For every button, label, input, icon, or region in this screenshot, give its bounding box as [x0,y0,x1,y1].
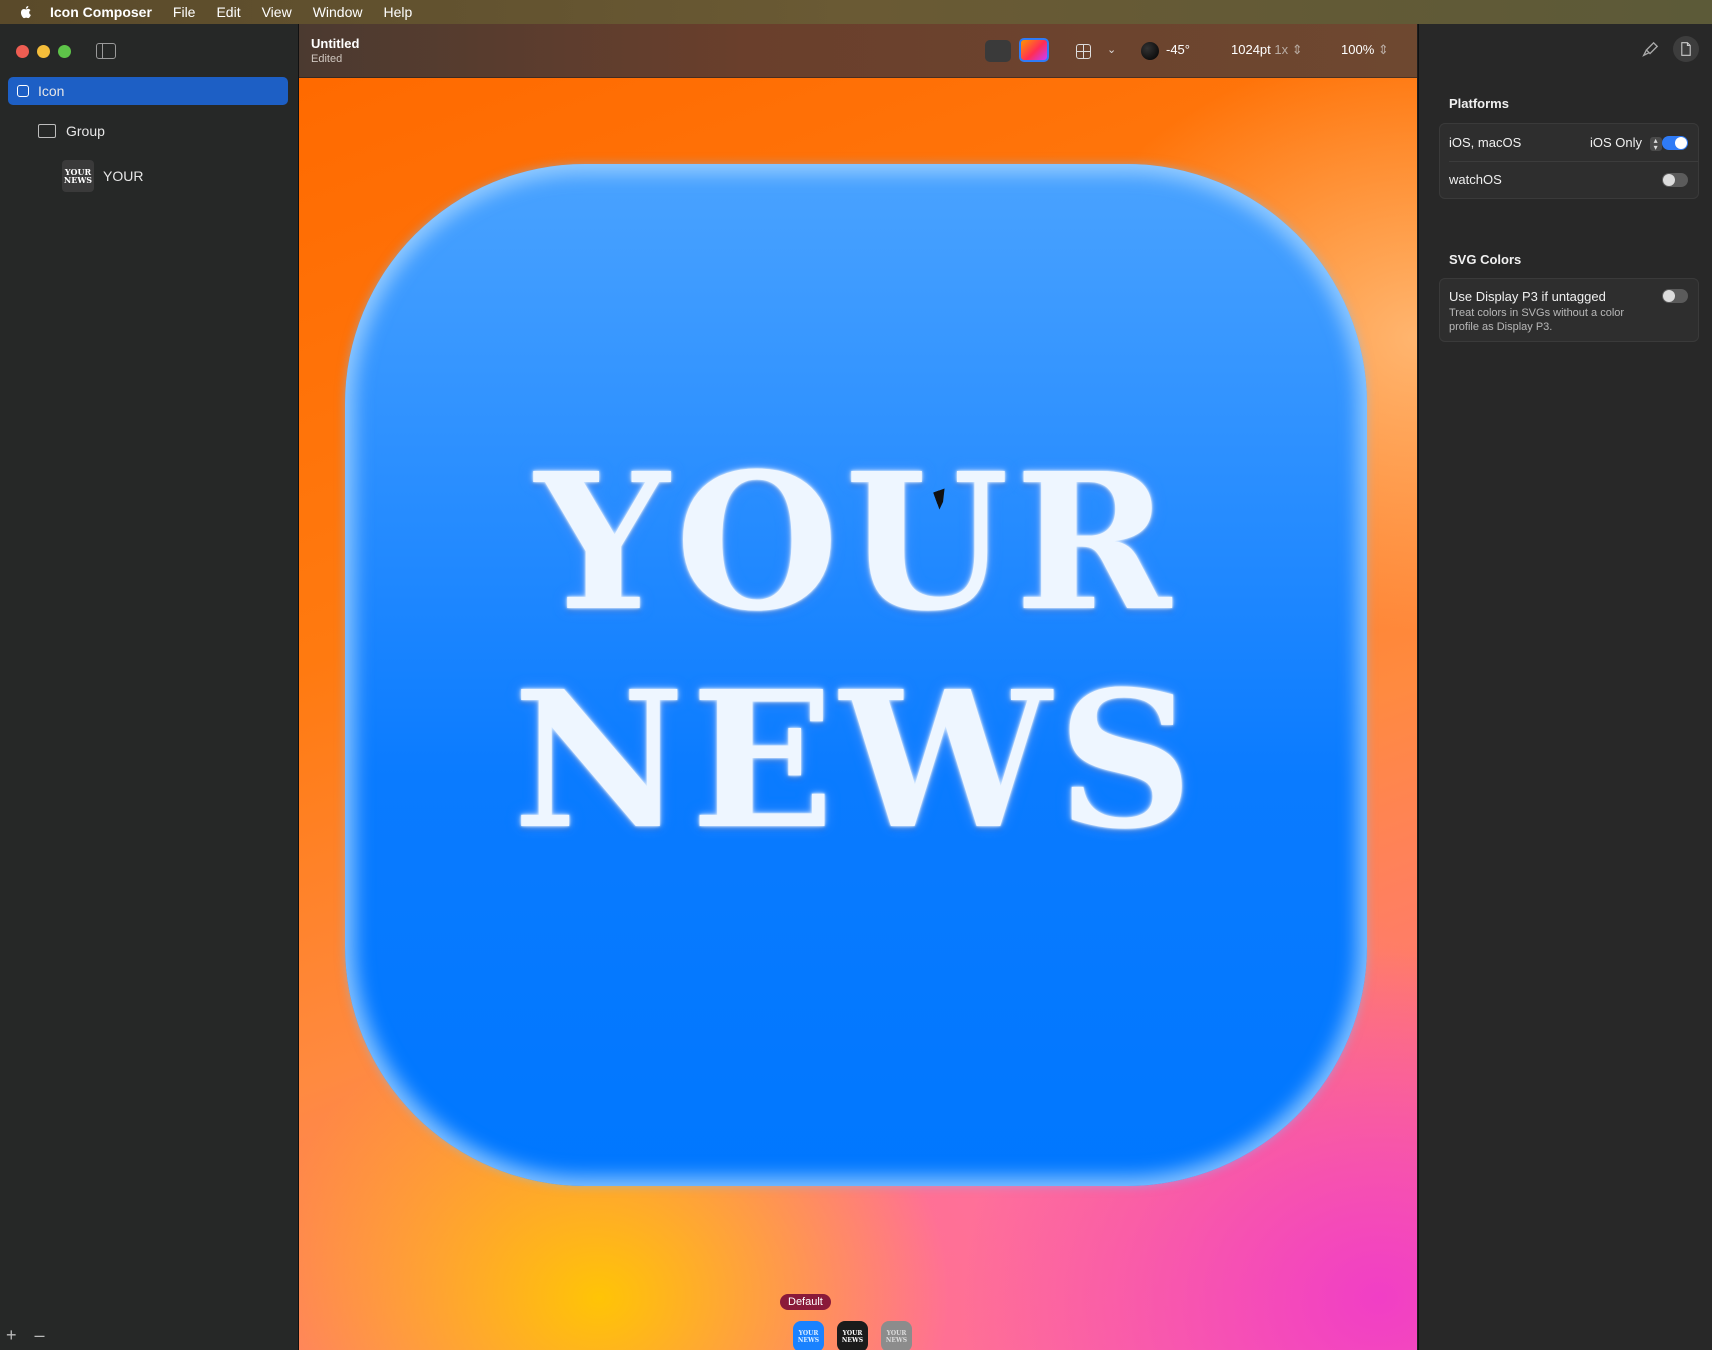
icon-square-icon [17,85,29,97]
variant-dark-button[interactable]: YOUR NEWS [837,1321,868,1350]
icon-text-line1: YOUR [534,432,1178,653]
zoom-popup[interactable]: 100% ⇕ [1341,42,1389,58]
display-p3-label: Use Display P3 if untagged [1449,289,1606,304]
document-inspector-button[interactable] [1673,36,1699,62]
light-angle-icon[interactable] [1141,42,1159,60]
watchos-toggle[interactable] [1662,173,1688,187]
variant-text: NEWS [797,1336,820,1344]
window-controls [16,45,71,58]
zoom-window-button[interactable] [58,45,71,58]
variant-text: NEWS [885,1336,908,1344]
solid-background-swatch[interactable] [985,40,1011,62]
sidebar-bottom-bar: + – [6,1325,45,1346]
menu-window[interactable]: Window [313,4,363,20]
ios-macos-label: iOS, macOS [1449,135,1522,150]
menu-edit[interactable]: Edit [216,4,240,20]
layer-sidebar: Icon Group YOUR NEWS YOUR + – [0,24,299,1350]
document-title: Untitled [311,36,360,51]
zoom-value: 100% [1341,42,1375,57]
svg-colors-card: Use Display P3 if untagged Treat colors … [1439,278,1699,342]
updown-chevron-icon: ▴ ▾ [1649,136,1662,151]
platforms-heading: Platforms [1449,96,1509,111]
toolbar: Untitled Edited ⌄ -45° 1024pt 1x ⇕ 100% … [299,24,1417,78]
svg-colors-heading: SVG Colors [1449,252,1522,267]
gradient-background-swatch[interactable] [1019,38,1049,62]
ios-mode-popup[interactable]: iOS Only ▴ ▾ [1590,135,1662,151]
minimize-window-button[interactable] [37,45,50,58]
display-p3-row: Use Display P3 if untagged Treat colors … [1449,289,1689,334]
add-layer-button[interactable]: + [6,1325,17,1346]
thumb-text-line2: NEWS [63,175,93,185]
layer-thumbnail: YOUR NEWS [62,160,94,192]
editor-area: Untitled Edited ⌄ -45° 1024pt 1x ⇕ 100% … [299,24,1417,1350]
updown-chevron-icon: ⇕ [1291,42,1303,57]
icon-text-line2: NEWS [512,650,1200,871]
updown-chevron-icon: ⇕ [1377,42,1389,57]
paintbrush-icon[interactable] [1641,40,1659,60]
remove-layer-button[interactable]: – [35,1325,45,1346]
ios-macos-toggle[interactable] [1662,136,1688,150]
folder-icon [38,124,56,138]
variant-text: YOUR [886,1329,907,1337]
variant-default-button[interactable]: YOUR NEWS [793,1321,824,1350]
document-status: Edited [311,53,343,65]
icon-canvas[interactable]: YOUR NEWS Default YOUR NEWS YOUR NEWS YO… [299,78,1417,1350]
platforms-card: iOS, macOS iOS Only ▴ ▾ watchOS [1439,123,1699,199]
appearance-badge: Default [780,1294,831,1310]
variant-text: YOUR [842,1329,863,1337]
tree-item-icon-label: Icon [38,83,65,99]
tree-item-layer-label: YOUR [103,168,144,184]
menu-view[interactable]: View [262,4,292,20]
divider [1449,161,1698,162]
document-icon [1681,42,1691,56]
apple-icon[interactable] [18,4,34,20]
canvas-scale-value: 1x [1274,42,1289,57]
tree-item-group[interactable]: Group [38,123,105,139]
light-angle-value[interactable]: -45° [1166,42,1190,57]
display-p3-description: Treat colors in SVGs without a color pro… [1449,307,1625,333]
display-p3-toggle[interactable] [1662,289,1688,303]
close-window-button[interactable] [16,45,29,58]
grid-overlay-icon[interactable] [1076,44,1091,59]
variant-text: YOUR [798,1329,819,1337]
menu-file[interactable]: File [173,4,196,20]
variant-text: NEWS [841,1336,864,1344]
watchos-label: watchOS [1449,172,1502,187]
variant-tinted-button[interactable]: YOUR NEWS [881,1321,912,1350]
inspector-panel: Platforms iOS, macOS iOS Only ▴ ▾ watchOS… [1418,24,1712,1350]
ios-macos-row: iOS, macOS iOS Only ▴ ▾ [1449,135,1689,151]
tree-item-layer[interactable]: YOUR NEWS YOUR [62,160,143,192]
app-icon-preview[interactable]: YOUR NEWS [345,164,1367,1186]
canvas-size-value: 1024pt [1231,42,1271,57]
menu-bar: Icon Composer File Edit View Window Help [0,0,1712,24]
tree-item-icon[interactable]: Icon [8,77,288,105]
ios-mode-value: iOS Only [1590,135,1643,150]
chevron-down-icon[interactable]: ⌄ [1107,43,1116,56]
appearance-variants: YOUR NEWS YOUR NEWS YOUR NEWS [793,1321,912,1350]
menu-app-name[interactable]: Icon Composer [50,4,152,20]
tree-item-group-label: Group [66,123,105,139]
canvas-size-popup[interactable]: 1024pt 1x ⇕ [1231,42,1303,58]
watchos-row: watchOS [1449,172,1689,187]
menu-help[interactable]: Help [383,4,412,20]
sidebar-toggle-icon[interactable] [96,43,116,59]
